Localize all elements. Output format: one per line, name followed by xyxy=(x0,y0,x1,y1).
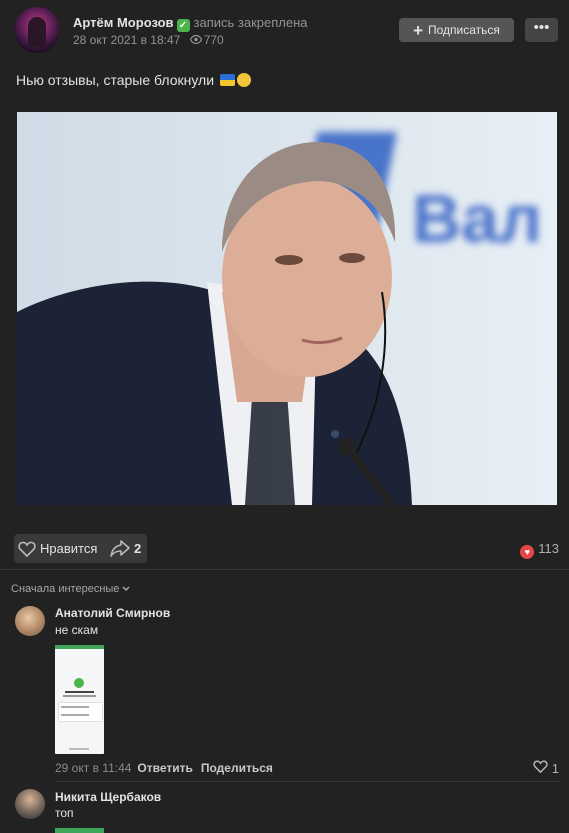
plus-icon: + xyxy=(413,21,424,40)
comment-time[interactable]: 29 окт в 11:44 xyxy=(55,761,131,775)
comment-footer: 29 окт в 11:44 Ответить Поделиться xyxy=(55,761,273,775)
reply-button[interactable]: Ответить xyxy=(137,761,192,775)
photo-sign-text: Вал xyxy=(412,181,542,257)
verified-icon: ✓ xyxy=(176,19,190,32)
commenter-avatar[interactable] xyxy=(15,789,45,819)
chevron-down-icon xyxy=(122,583,131,595)
divider xyxy=(0,569,569,570)
post-header: Артём Морозов ✓ запись закреплена 28 окт 2… xyxy=(0,0,569,60)
comment-attachment-image[interactable] xyxy=(55,828,104,833)
post-actions: Нравится 2 ♥ 113 xyxy=(0,530,569,566)
author-name[interactable]: Артём Морозов xyxy=(73,15,174,30)
likes-total: 113 xyxy=(538,541,559,556)
heart-filled-icon: ♥ xyxy=(520,545,535,559)
subscribe-button[interactable]: + Подписаться xyxy=(399,18,514,42)
like-share-group: Нравится 2 xyxy=(14,534,147,563)
view-count: 770 xyxy=(203,33,224,47)
likes-total-group[interactable]: ♥ 113 xyxy=(520,541,559,559)
subscribe-label: Подписаться xyxy=(428,23,500,37)
like-button[interactable]: Нравится xyxy=(40,541,97,556)
comment-like-count: 1 xyxy=(551,761,559,776)
post-meta: 28 окт 2021 в 18:47 770 xyxy=(73,33,224,47)
commenter-name[interactable]: Анатолий Смирнов xyxy=(55,606,170,620)
relieved-face-emoji xyxy=(236,73,251,87)
comment-text: топ xyxy=(55,806,74,820)
more-button[interactable]: ••• xyxy=(525,18,558,42)
author-avatar[interactable] xyxy=(14,7,60,53)
comment-divider xyxy=(55,781,559,782)
post-date[interactable]: 28 окт 2021 в 18:47 xyxy=(73,33,180,47)
post-text: Нью отзывы, старые блокнули xyxy=(16,72,251,88)
comment-text: не скам xyxy=(55,623,99,637)
eye-icon xyxy=(189,33,202,47)
heart-outline-icon[interactable] xyxy=(18,541,36,560)
share-icon[interactable] xyxy=(110,540,130,560)
author-name-line: Артём Морозов ✓ запись закреплена xyxy=(73,15,308,32)
post-text-content: Нью отзывы, старые блокнули xyxy=(16,72,215,88)
share-count: 2 xyxy=(134,541,142,556)
share-comment-button[interactable]: Поделиться xyxy=(201,761,273,775)
commenter-name[interactable]: Никита Щербаков xyxy=(55,790,161,804)
ukraine-flag-emoji xyxy=(219,74,235,86)
comment-like[interactable]: 1 xyxy=(533,760,559,776)
comment-attachment-image[interactable] xyxy=(55,645,104,754)
heart-outline-icon xyxy=(533,760,552,776)
sort-label: Сначала интересные xyxy=(11,583,120,595)
post-photo[interactable]: Вал xyxy=(17,112,557,505)
comments-sort[interactable]: Сначала интересные xyxy=(11,583,131,595)
commenter-avatar[interactable] xyxy=(15,606,45,636)
pinned-label: запись закреплена xyxy=(193,15,308,30)
